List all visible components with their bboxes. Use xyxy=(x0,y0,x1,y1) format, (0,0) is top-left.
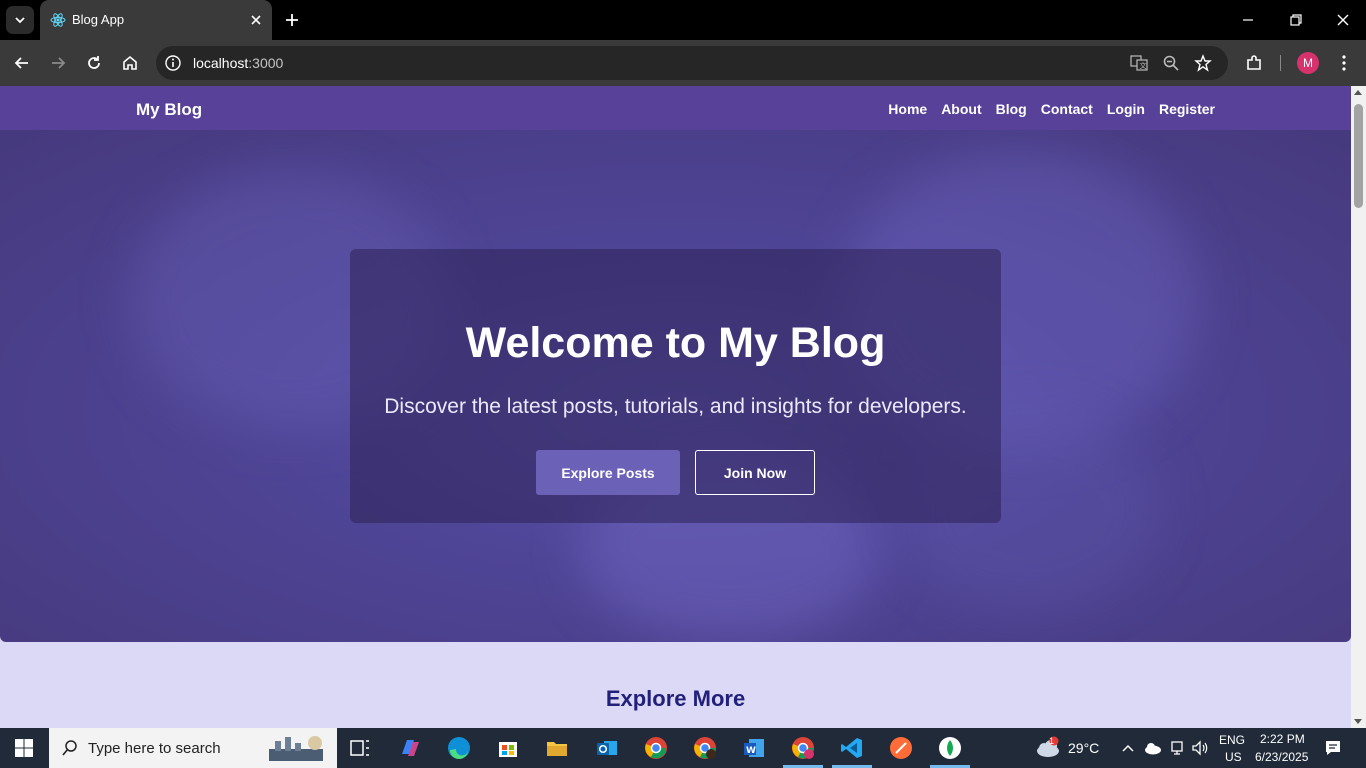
profile-avatar[interactable]: M xyxy=(1297,52,1319,74)
section-title: Explore More xyxy=(605,686,746,711)
onedrive-cloud-icon[interactable] xyxy=(1143,741,1163,755)
site-brand[interactable]: My Blog xyxy=(136,100,202,120)
bookmark-star-icon[interactable] xyxy=(1194,54,1212,72)
page-viewport: My Blog Home About Blog Contact Login Re… xyxy=(0,86,1351,728)
close-tab-icon[interactable] xyxy=(248,12,264,28)
new-tab-icon[interactable] xyxy=(282,10,302,30)
tab-strip: Blog App xyxy=(0,0,1366,40)
svg-text:W: W xyxy=(746,746,756,756)
tab-search-button[interactable] xyxy=(6,6,34,34)
browser-tab[interactable]: Blog App xyxy=(40,0,272,40)
window-close-icon[interactable] xyxy=(1335,12,1351,28)
search-placeholder: Type here to search xyxy=(88,740,221,757)
nav-home[interactable]: Home xyxy=(888,101,927,117)
chrome-icon[interactable] xyxy=(642,734,670,762)
forward-icon[interactable] xyxy=(48,53,68,73)
outlook-icon[interactable] xyxy=(593,734,621,762)
address-bar[interactable]: localhost:3000 文 xyxy=(156,46,1228,80)
mongodb-compass-icon[interactable] xyxy=(936,734,964,762)
site-info-icon[interactable] xyxy=(164,54,182,72)
language-indicator[interactable]: ENG xyxy=(1219,733,1245,747)
reload-icon[interactable] xyxy=(84,53,104,73)
postman-icon[interactable] xyxy=(887,734,915,762)
browser-toolbar: localhost:3000 文 M xyxy=(0,40,1366,86)
nav-about[interactable]: About xyxy=(941,101,981,117)
taskbar-search-box[interactable]: Type here to search xyxy=(49,728,337,768)
search-icon xyxy=(62,740,77,756)
search-highlight-illustration xyxy=(269,736,323,761)
task-view-icon[interactable] xyxy=(346,734,374,762)
weather-cloud-icon[interactable] xyxy=(1034,736,1062,760)
network-icon[interactable] xyxy=(1169,740,1185,756)
windows-taskbar: Type here to search W 1 29°C ENG US 2:22… xyxy=(0,728,1366,768)
nav-register[interactable]: Register xyxy=(1159,101,1215,117)
chrome-active-icon[interactable] xyxy=(789,734,817,762)
vscode-icon[interactable] xyxy=(838,734,866,762)
store-icon[interactable] xyxy=(494,734,522,762)
home-icon[interactable] xyxy=(120,53,140,73)
nav-contact[interactable]: Contact xyxy=(1041,101,1093,117)
site-navbar: My Blog Home About Blog Contact Login Re… xyxy=(0,86,1351,130)
hero-card: Welcome to My Blog Discover the latest p… xyxy=(350,249,1001,523)
join-now-button[interactable]: Join Now xyxy=(695,450,815,495)
chrome-profile-icon[interactable] xyxy=(691,734,719,762)
file-explorer-icon[interactable] xyxy=(543,734,571,762)
chevron-up-icon[interactable] xyxy=(1121,742,1135,754)
hero-subtitle: Discover the latest posts, tutorials, an… xyxy=(384,395,967,418)
scroll-up-arrow-icon[interactable] xyxy=(1354,90,1362,95)
tab-title: Blog App xyxy=(72,12,125,27)
scroll-thumb[interactable] xyxy=(1354,104,1363,208)
nav-links: Home About Blog Contact Login Register xyxy=(888,101,1215,117)
svg-text:文: 文 xyxy=(1140,61,1147,70)
menu-kebab-icon[interactable] xyxy=(1334,53,1354,73)
weather-badge: 1 xyxy=(1049,736,1055,746)
edge-icon[interactable] xyxy=(445,734,473,762)
clock-date: 6/23/2025 xyxy=(1255,750,1309,764)
nav-blog[interactable]: Blog xyxy=(996,101,1027,117)
zoom-icon[interactable] xyxy=(1162,54,1180,72)
extensions-icon[interactable] xyxy=(1244,53,1264,73)
page-scrollbar[interactable] xyxy=(1351,86,1366,728)
minimize-icon[interactable] xyxy=(1240,12,1256,28)
region-indicator: US xyxy=(1225,750,1242,764)
translate-icon[interactable]: 文 xyxy=(1130,54,1148,72)
hero-section: Welcome to My Blog Discover the latest p… xyxy=(0,130,1351,642)
explore-posts-button[interactable]: Explore Posts xyxy=(536,450,680,495)
back-icon[interactable] xyxy=(12,53,32,73)
scroll-down-arrow-icon[interactable] xyxy=(1354,719,1362,724)
volume-icon[interactable] xyxy=(1191,740,1209,756)
chevron-down-icon xyxy=(15,17,25,24)
word-icon[interactable]: W xyxy=(740,734,768,762)
copilot-icon[interactable] xyxy=(396,734,424,762)
clock-time[interactable]: 2:22 PM xyxy=(1260,732,1305,746)
restore-icon[interactable] xyxy=(1288,12,1304,28)
nav-login[interactable]: Login xyxy=(1107,101,1145,117)
react-icon xyxy=(50,13,66,27)
weather-temperature[interactable]: 29°C xyxy=(1068,740,1099,756)
notifications-icon[interactable] xyxy=(1324,739,1342,757)
url-text: localhost:3000 xyxy=(193,55,284,71)
windows-start-icon[interactable] xyxy=(14,738,34,758)
toolbar-divider xyxy=(1280,55,1281,71)
hero-title: Welcome to My Blog xyxy=(465,319,886,367)
